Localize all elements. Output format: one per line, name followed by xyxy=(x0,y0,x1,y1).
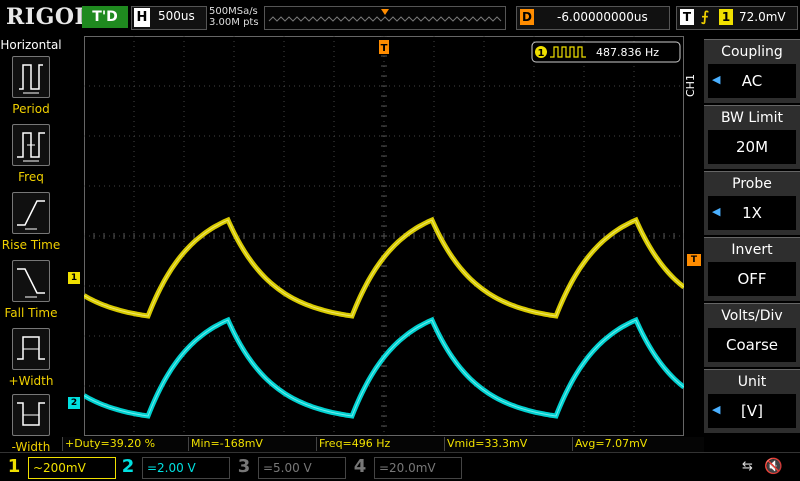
menu-unit-title: Unit xyxy=(737,374,767,390)
menu-volts-div-value: Coarse xyxy=(725,336,779,354)
menu-channel-tag: CH1 xyxy=(684,74,697,98)
measure-period-label: Period xyxy=(12,102,50,116)
channel-2-scale: 2.00 V xyxy=(157,461,196,475)
ch1-offset-marker[interactable]: 1 xyxy=(68,272,80,284)
trigger-key: T xyxy=(680,9,694,25)
channel-3-scale: 5.00 V xyxy=(273,461,312,475)
measurement-vmid[interactable]: Vmid=33.3mV xyxy=(444,437,571,451)
measure-negative-width-button[interactable]: -Width xyxy=(0,394,62,460)
speaker-muted-icon[interactable]: 🔇 xyxy=(764,457,783,475)
menu-bw-limit-value: 20M xyxy=(735,138,769,156)
measure-positive-width-label: +Width xyxy=(8,374,54,388)
menu-volts-div[interactable]: Volts/Div Coarse xyxy=(704,303,800,367)
usb-icon: ⇆ xyxy=(742,459,753,474)
waveform-display[interactable]: 1 487.836 Hz T xyxy=(84,36,684,436)
channel-3-number: 3 xyxy=(237,456,251,477)
dc-coupling-icon: = xyxy=(263,461,274,475)
measure-panel-title: Horizontal xyxy=(0,38,62,52)
menu-probe-title: Probe xyxy=(732,176,772,192)
frequency-icon xyxy=(12,124,50,166)
frequency-counter-value: 487.836 Hz xyxy=(596,46,659,59)
ch2-offset-marker-label: 2 xyxy=(70,398,78,408)
timebase-value: 500us xyxy=(158,9,195,23)
period-icon xyxy=(12,56,50,98)
rise-time-icon xyxy=(12,192,50,234)
channel-4-status[interactable]: 4 = 20.0mV xyxy=(350,456,462,479)
measure-panel: Horizontal Period Freq Rise Time Fall Ti… xyxy=(0,36,62,456)
memory-position-bar[interactable] xyxy=(264,6,506,30)
channel-1-scale: 200mV xyxy=(43,461,86,475)
frequency-counter: 1 487.836 Hz xyxy=(531,41,681,63)
dc-coupling-icon: = xyxy=(147,461,158,475)
menu-unit[interactable]: Unit ◀ [V] xyxy=(704,369,800,433)
ac-coupling-icon: ~ xyxy=(33,461,44,475)
menu-probe[interactable]: Probe ◀ 1X xyxy=(704,171,800,235)
rigol-logo: RIGOL xyxy=(6,4,91,30)
menu-invert-title: Invert xyxy=(731,242,773,258)
measurement-min[interactable]: Min=-168mV xyxy=(188,437,315,451)
status-bar: RIGOL T'D H 500us 500MSa/s 3.00M pts D -… xyxy=(0,0,800,36)
frequency-counter-channel: 1 xyxy=(538,48,545,59)
trigger-position-marker[interactable]: T xyxy=(379,40,389,54)
menu-unit-value: [V] xyxy=(741,402,763,420)
menu-probe-value: 1X xyxy=(742,204,762,222)
menu-coupling-title: Coupling xyxy=(721,44,783,60)
ch2-offset-marker[interactable]: 2 xyxy=(68,397,80,409)
channel-bar: 1 ~ 200mV 2 = 2.00 V 3 = 5.00 V 4 = 20.0… xyxy=(0,452,800,481)
horizontal-timebase-box[interactable]: H 500us xyxy=(131,6,207,30)
trigger-source: 1 xyxy=(719,9,733,25)
delay-key: D xyxy=(520,9,534,25)
measurement-results: +Duty=39.20 % Min=-168mV Freq=496 Hz Vmi… xyxy=(62,437,704,452)
negative-width-icon xyxy=(12,394,50,436)
fall-time-icon xyxy=(12,260,50,302)
channel-2-number: 2 xyxy=(121,456,135,477)
measure-fall-time-button[interactable]: Fall Time xyxy=(0,260,62,326)
memory-depth: 3.00M pts xyxy=(209,17,259,28)
ch1-offset-marker-label: 1 xyxy=(70,273,78,283)
channel-3-status[interactable]: 3 = 5.00 V xyxy=(234,456,346,479)
sample-rate: 500MSa/s xyxy=(209,6,258,17)
trigger-level: 72.0mV xyxy=(739,10,786,24)
measure-rise-time-label: Rise Time xyxy=(1,238,61,252)
measure-frequency-label: Freq xyxy=(18,170,44,184)
measurement-duty[interactable]: +Duty=39.20 % xyxy=(62,437,189,451)
delay-value: -6.00000000us xyxy=(557,10,648,24)
channel-menu: Coupling ◀ AC BW Limit 20M Probe ◀ 1X Inve… xyxy=(704,36,800,436)
menu-volts-div-title: Volts/Div xyxy=(721,308,783,324)
channel-1-number: 1 xyxy=(7,456,21,477)
menu-bw-limit-title: BW Limit xyxy=(720,110,784,126)
menu-invert[interactable]: Invert OFF xyxy=(704,237,800,301)
memory-waveform-icon xyxy=(268,9,502,22)
measure-positive-width-button[interactable]: +Width xyxy=(0,328,62,394)
acquisition-info: 500MSa/s 3.00M pts xyxy=(209,6,259,28)
trigger-level-marker-label: T xyxy=(690,255,698,265)
measure-frequency-button[interactable]: Freq xyxy=(0,124,62,190)
positive-width-icon xyxy=(12,328,50,370)
menu-invert-value: OFF xyxy=(737,270,767,288)
menu-bw-limit[interactable]: BW Limit 20M xyxy=(704,105,800,169)
menu-coupling[interactable]: Coupling ◀ AC xyxy=(704,39,800,103)
measure-rise-time-button[interactable]: Rise Time xyxy=(0,192,62,258)
graticule xyxy=(84,36,684,436)
menu-coupling-value: AC xyxy=(741,72,763,90)
dc-coupling-icon: = xyxy=(379,461,390,475)
measurement-frequency[interactable]: Freq=496 Hz xyxy=(316,437,443,451)
channel-4-scale: 20.0mV xyxy=(389,461,436,475)
measurement-average[interactable]: Avg=7.07mV xyxy=(572,437,699,451)
channel-4-number: 4 xyxy=(353,456,367,477)
trigger-box[interactable]: T ⨍ 1 72.0mV xyxy=(676,6,798,30)
rising-edge-icon: ⨍ xyxy=(701,9,709,25)
horizontal-key: H xyxy=(134,8,150,27)
trigger-status-badge: T'D xyxy=(82,6,128,28)
channel-1-status[interactable]: 1 ~ 200mV xyxy=(4,456,116,479)
delay-box[interactable]: D -6.00000000us xyxy=(516,6,670,30)
measure-period-button[interactable]: Period xyxy=(0,56,62,122)
trigger-top-marker-label: T xyxy=(381,43,388,54)
measure-fall-time-label: Fall Time xyxy=(4,306,58,320)
trigger-level-marker[interactable]: T xyxy=(687,254,701,266)
channel-2-status[interactable]: 2 = 2.00 V xyxy=(118,456,230,479)
